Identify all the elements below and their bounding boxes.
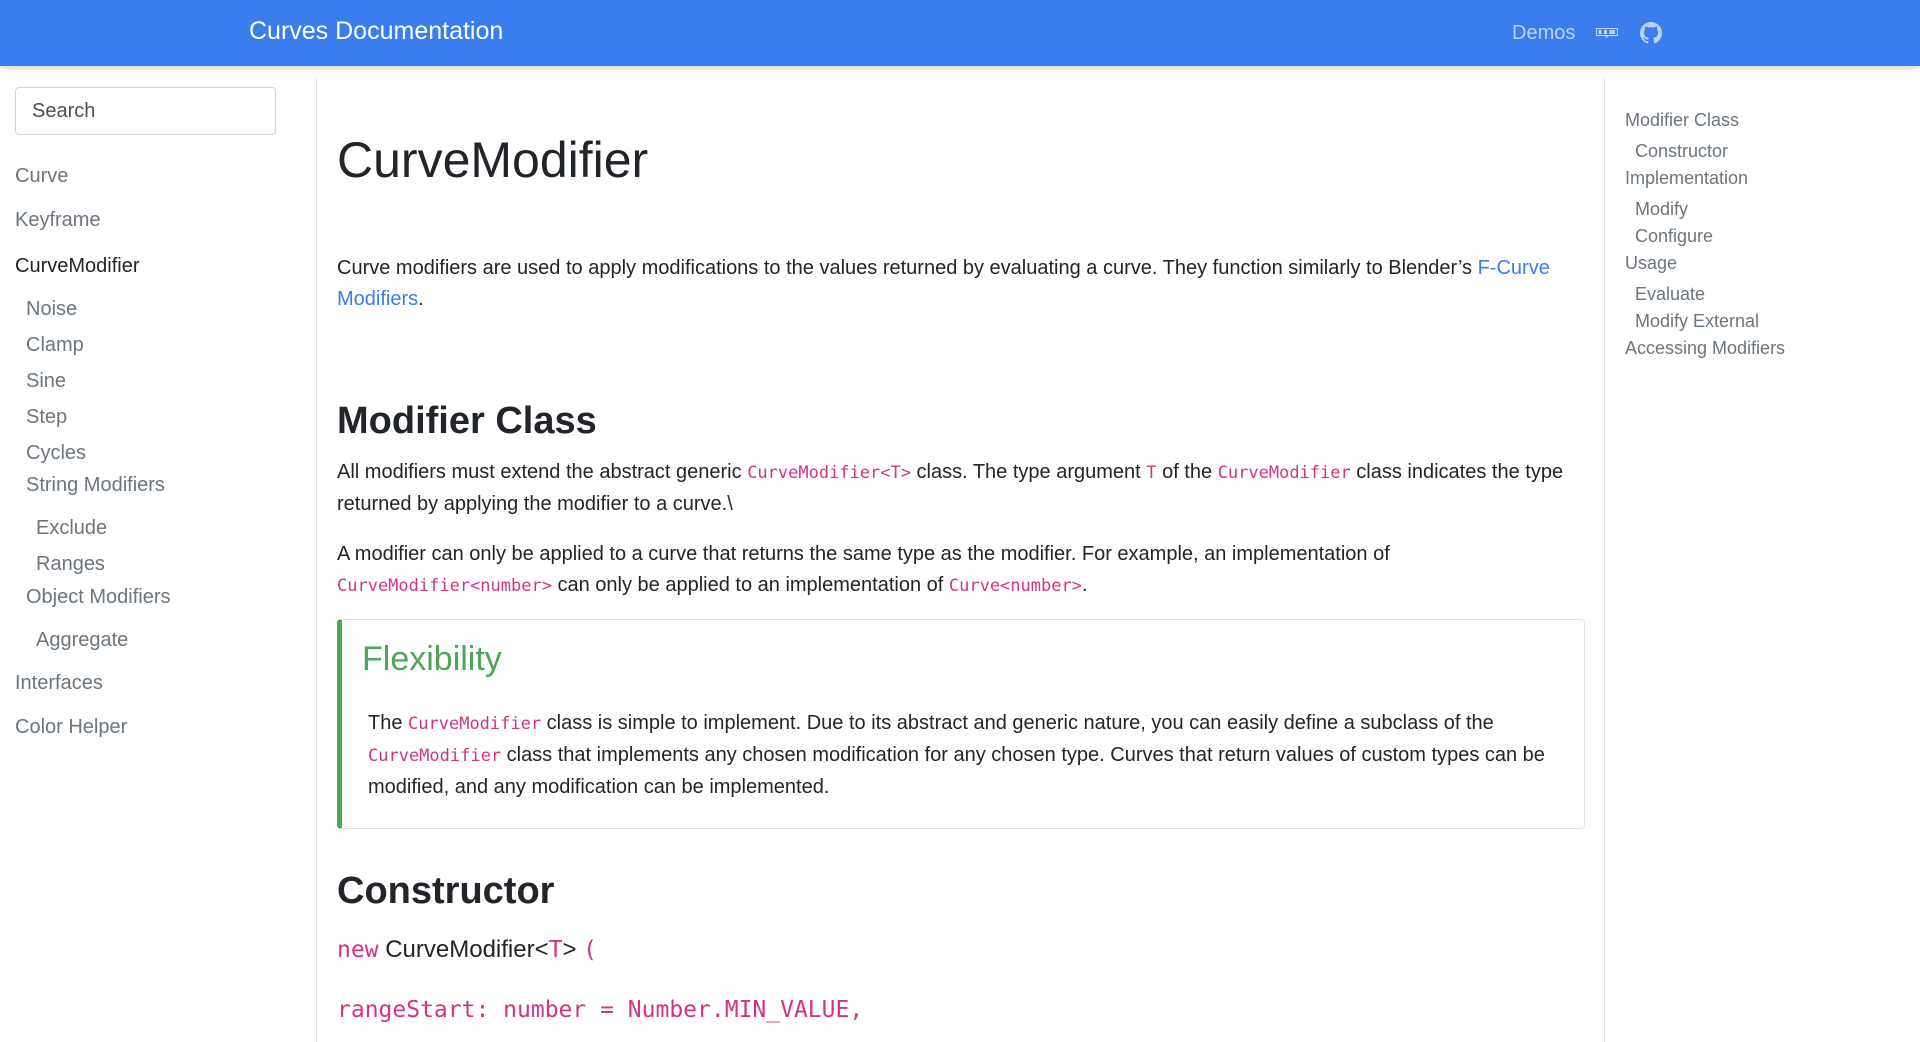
text: All modifiers must extend the abstract g… — [337, 461, 748, 483]
github-icon[interactable] — [1639, 21, 1663, 45]
toc-item-modifier-class[interactable]: Modifier Class — [1625, 109, 1739, 131]
sidebar-item-exclude[interactable]: Exclude — [36, 516, 107, 540]
inline-code: T — [1146, 463, 1157, 483]
brand-link[interactable]: Curves Documentation — [249, 17, 503, 46]
top-navbar: Curves Documentation Demos — [0, 0, 1920, 66]
toc-item-evaluate[interactable]: Evaluate — [1635, 283, 1705, 305]
toc-item-constructor[interactable]: Constructor — [1635, 140, 1728, 162]
npm-icon[interactable] — [1595, 21, 1619, 45]
constructor-signature: new CurveModifier<T> ( — [337, 935, 597, 965]
intro-end: . — [418, 288, 424, 310]
class-name: CurveModifier< — [378, 936, 549, 963]
sidebar-item-cycles[interactable]: Cycles — [26, 441, 86, 465]
sidebar-item-object-modifiers[interactable]: Object Modifiers — [26, 585, 171, 609]
toc-item-modify-external[interactable]: Modify External — [1635, 310, 1759, 332]
inline-code: CurveModifier — [368, 746, 502, 766]
sidebar-item-curve[interactable]: Curve — [15, 164, 68, 188]
text: of the — [1156, 461, 1218, 483]
table-of-contents: Modifier Class Constructor Implementation M… — [1604, 78, 1920, 1042]
toc-item-implementation[interactable]: Implementation — [1625, 167, 1748, 189]
intro-text: Curve modifiers are used to apply modifi… — [337, 257, 1478, 279]
navbar-right: Demos — [1512, 18, 1663, 48]
inline-code: CurveModifier — [1217, 463, 1351, 483]
text: can only be applied to an implementation… — [551, 574, 949, 596]
text: class. The type argument — [910, 461, 1147, 483]
text: class that implements any chosen modific… — [368, 744, 1545, 798]
sidebar-item-string-modifiers[interactable]: String Modifiers — [26, 473, 165, 497]
text: The — [368, 712, 409, 734]
main-content: CurveModifier Curve modifiers are used t… — [337, 66, 1585, 1042]
sidebar-item-keyframe[interactable]: Keyframe — [15, 208, 101, 232]
text: . — [1081, 574, 1088, 596]
inline-code: Curve<number> — [948, 576, 1082, 596]
sidebar-item-step[interactable]: Step — [26, 405, 67, 429]
text: A modifier can only be applied to a curv… — [337, 543, 1390, 565]
generic-param: T — [548, 937, 563, 963]
generic-close: > — [562, 936, 584, 963]
toc-item-modify[interactable]: Modify — [1635, 198, 1688, 220]
constructor-param-rangestart: rangeStart: number = Number.MIN_VALUE, — [337, 997, 864, 1023]
inline-code: CurveModifier<T> — [747, 463, 911, 483]
modifier-class-paragraph-2: A modifier can only be applied to a curv… — [337, 539, 1585, 602]
modifier-class-heading: Modifier Class — [337, 400, 597, 442]
flexibility-callout: Flexibility The CurveModifier class is s… — [337, 619, 1585, 829]
inline-code: CurveModifier — [408, 714, 542, 734]
text: class is simple to implement. Due to its… — [541, 712, 1494, 734]
sidebar-item-color-helper[interactable]: Color Helper — [15, 715, 127, 739]
callout-body: The CurveModifier class is simple to imp… — [368, 708, 1568, 803]
sidebar-item-aggregate[interactable]: Aggregate — [36, 628, 128, 652]
toc-item-configure[interactable]: Configure — [1635, 225, 1713, 247]
left-sidebar: Curve Keyframe CurveModifier Noise Clamp Sine… — [0, 78, 317, 1042]
modifier-class-paragraph-1: All modifiers must extend the abstract g… — [337, 457, 1585, 520]
sidebar-item-ranges[interactable]: Ranges — [36, 552, 105, 576]
sidebar-item-interfaces[interactable]: Interfaces — [15, 671, 103, 695]
sidebar-item-sine[interactable]: Sine — [26, 369, 66, 393]
demos-link[interactable]: Demos — [1512, 22, 1575, 45]
page-title: CurveModifier — [337, 132, 649, 188]
toc-item-accessing-modifiers[interactable]: Accessing Modifiers — [1625, 337, 1785, 359]
callout-title: Flexibility — [362, 640, 502, 678]
toc-item-usage[interactable]: Usage — [1625, 252, 1677, 274]
keyword-new: new — [337, 937, 379, 963]
sidebar-item-curvemodifier[interactable]: CurveModifier — [15, 254, 139, 278]
search-input[interactable] — [15, 87, 276, 135]
sidebar-item-clamp[interactable]: Clamp — [26, 333, 84, 357]
open-paren: ( — [583, 937, 598, 963]
intro-paragraph: Curve modifiers are used to apply modifi… — [337, 253, 1585, 315]
inline-code: CurveModifier<number> — [337, 576, 552, 596]
constructor-heading: Constructor — [337, 870, 555, 912]
sidebar-item-noise[interactable]: Noise — [26, 297, 77, 321]
